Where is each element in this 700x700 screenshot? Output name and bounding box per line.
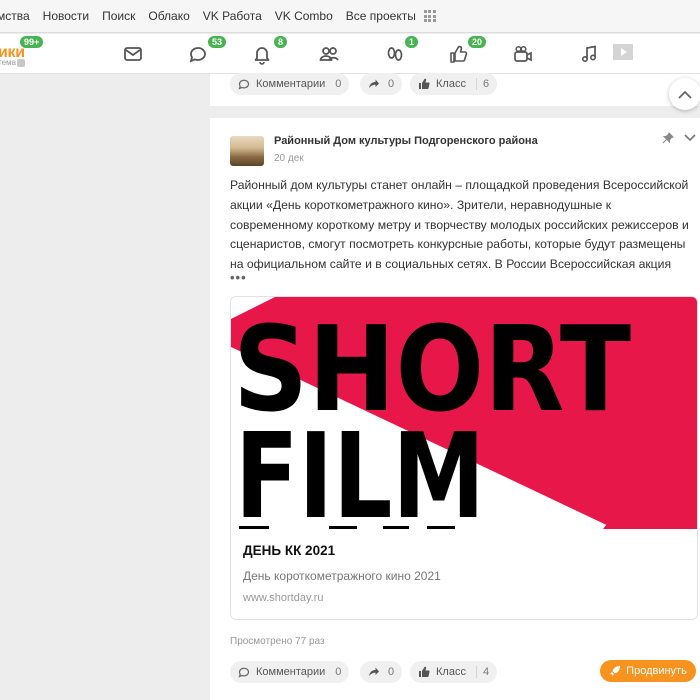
card-title[interactable]: ДЕНЬ КК 2021 bbox=[243, 543, 335, 558]
notifications-badge: 8 bbox=[274, 36, 288, 48]
topbar-link-all-projects[interactable]: Все проекты bbox=[346, 9, 416, 23]
short-film-image[interactable]: SHORT FILM bbox=[231, 297, 698, 529]
discussions-badge: 53 bbox=[208, 36, 227, 48]
video-icon[interactable] bbox=[512, 43, 534, 65]
events-icon[interactable] bbox=[447, 43, 469, 65]
profile-badge: 99+ bbox=[20, 36, 44, 48]
show-more-button[interactable]: ••• bbox=[230, 270, 247, 285]
pin-icon[interactable] bbox=[662, 132, 674, 144]
logo-subtitle: тема bbox=[0, 58, 25, 67]
post-date[interactable]: 20 дек bbox=[274, 153, 304, 164]
topbar-link-vk-combo[interactable]: VK Combo bbox=[275, 9, 333, 23]
card-url[interactable]: www.shortday.ru bbox=[243, 592, 324, 604]
share-button[interactable]: 0 bbox=[360, 661, 403, 683]
share-button[interactable]: 0 bbox=[360, 73, 403, 95]
comments-button[interactable]: Комментарии 0 bbox=[230, 661, 350, 683]
post-text-line: Районный дом культуры станет онлайн – пл… bbox=[230, 178, 689, 192]
guests-icon[interactable] bbox=[384, 43, 406, 65]
events-badge: 20 bbox=[468, 36, 487, 48]
thumbs-up-icon bbox=[419, 666, 430, 678]
like-button[interactable]: Класс 4 bbox=[410, 661, 498, 683]
post-text-line: сценаристов, смогут посмотреть конкурсны… bbox=[230, 237, 686, 252]
play-video-icon[interactable] bbox=[612, 42, 634, 64]
music-icon[interactable] bbox=[578, 43, 600, 65]
guests-badge: 1 bbox=[405, 36, 419, 48]
chevron-down-icon[interactable] bbox=[683, 132, 697, 144]
rocket-icon bbox=[610, 666, 621, 676]
topbar-link-cloud[interactable]: Облако bbox=[148, 9, 189, 23]
scroll-to-top-button[interactable] bbox=[669, 78, 700, 110]
apps-grid-icon[interactable] bbox=[423, 10, 436, 22]
chevron-up-icon bbox=[678, 90, 692, 99]
topbar-link-communities[interactable]: мства bbox=[0, 9, 30, 23]
link-card[interactable]: SHORT FILM ДЕНЬ КК 2021 День короткометр… bbox=[230, 296, 698, 620]
post-author[interactable]: Районный Дом культуры Подгоренского райо… bbox=[274, 135, 538, 147]
messages-icon[interactable] bbox=[122, 43, 144, 65]
share-icon bbox=[369, 79, 379, 88]
comments-button[interactable]: Комментарии 0 bbox=[230, 73, 350, 95]
topbar-link-search[interactable]: Поиск bbox=[102, 9, 135, 23]
like-button[interactable]: Класс 6 bbox=[410, 73, 498, 95]
feed-post: Районный Дом культуры Подгоренского райо… bbox=[210, 118, 700, 700]
post-text-line: на официальном сайте и в социальных сетя… bbox=[230, 257, 672, 272]
comment-icon bbox=[238, 667, 250, 678]
author-avatar[interactable] bbox=[230, 136, 264, 166]
card-description: День короткометражного кино 2021 bbox=[243, 569, 441, 583]
friends-icon[interactable] bbox=[318, 43, 340, 65]
notifications-icon[interactable] bbox=[251, 43, 273, 65]
share-icon bbox=[369, 667, 379, 676]
theme-badge-icon bbox=[16, 58, 25, 67]
topbar-link-vk-work[interactable]: VK Работа bbox=[203, 9, 262, 23]
main-toolbar: ики тема 99+ 53 8 1 20 bbox=[0, 34, 700, 74]
comment-icon bbox=[238, 79, 250, 90]
post-text: Районный дом культуры станет онлайн – пл… bbox=[230, 176, 692, 275]
previous-post: Комментарии 0 0 Класс 6 bbox=[210, 73, 700, 106]
image-text-film: FILM bbox=[235, 407, 485, 529]
topbar-link-news[interactable]: Новости bbox=[43, 9, 89, 23]
discussions-icon[interactable] bbox=[187, 43, 209, 65]
thumbs-up-icon bbox=[419, 78, 430, 90]
projects-bar: мства Новости Поиск Облако VK Работа VK … bbox=[0, 0, 700, 33]
views-count: Просмотрено 77 раз bbox=[230, 636, 325, 647]
post-text-line: акции «День короткометражного кино». Зри… bbox=[230, 197, 612, 212]
promote-button[interactable]: Продвинуть bbox=[600, 660, 696, 682]
post-text-line: современному короткому метру и творчеств… bbox=[230, 217, 689, 232]
